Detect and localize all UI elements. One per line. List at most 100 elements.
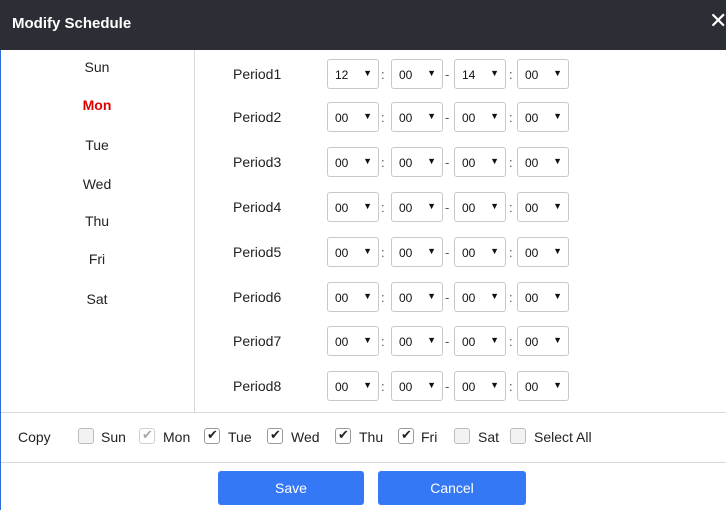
select-value: 00 — [462, 156, 476, 170]
end-minute-select[interactable]: 00 ▼ — [517, 102, 569, 132]
start-minute-select[interactable]: 00 ▼ — [391, 102, 443, 132]
time-separator: : — [509, 334, 513, 349]
divider — [1, 412, 726, 413]
copy-option-label: Mon — [163, 429, 191, 445]
end-hour-select[interactable]: 00 ▼ — [454, 326, 506, 356]
day-item-wed[interactable]: Wed — [0, 176, 194, 192]
end-minute-select[interactable]: 00 ▼ — [517, 147, 569, 177]
select-value: 00 — [525, 335, 539, 349]
start-hour-select[interactable]: 00 ▼ — [327, 102, 379, 132]
day-item-tue[interactable]: Tue — [0, 137, 194, 153]
copy-option-label: Thu — [359, 429, 384, 445]
start-minute-select[interactable]: 00 ▼ — [391, 326, 443, 356]
chevron-down-icon: ▼ — [427, 111, 436, 121]
start-hour-select[interactable]: 00 ▼ — [327, 192, 379, 222]
period-label: Period4 — [233, 199, 282, 215]
copy-checkbox-sat[interactable] — [454, 428, 470, 444]
select-value: 00 — [525, 68, 539, 82]
chevron-down-icon: ▼ — [553, 68, 562, 78]
start-minute-select[interactable]: 00 ▼ — [391, 147, 443, 177]
day-item-sun[interactable]: Sun — [0, 59, 194, 75]
day-item-sat[interactable]: Sat — [0, 291, 194, 307]
time-separator: : — [509, 200, 513, 215]
chevron-down-icon: ▼ — [427, 201, 436, 211]
copy-option-label: Wed — [291, 429, 320, 445]
end-hour-select[interactable]: 14 ▼ — [454, 59, 506, 89]
copy-option-label: Select All — [534, 429, 592, 445]
start-minute-select[interactable]: 00 ▼ — [391, 371, 443, 401]
copy-option-label: Tue — [228, 429, 252, 445]
chevron-down-icon: ▼ — [427, 291, 436, 301]
end-minute-select[interactable]: 00 ▼ — [517, 371, 569, 401]
chevron-down-icon: ▼ — [490, 291, 499, 301]
end-hour-select[interactable]: 00 ▼ — [454, 237, 506, 267]
select-value: 00 — [335, 335, 349, 349]
start-hour-select[interactable]: 00 ▼ — [327, 147, 379, 177]
start-minute-select[interactable]: 00 ▼ — [391, 59, 443, 89]
chevron-down-icon: ▼ — [363, 201, 372, 211]
select-value: 00 — [399, 380, 413, 394]
chevron-down-icon: ▼ — [363, 380, 372, 390]
start-hour-select[interactable]: 00 ▼ — [327, 237, 379, 267]
copy-checkbox-fri[interactable]: ✔ — [398, 427, 414, 444]
period-label: Period7 — [233, 333, 282, 349]
end-hour-select[interactable]: 00 ▼ — [454, 102, 506, 132]
chevron-down-icon: ▼ — [553, 201, 562, 211]
copy-checkbox-thu[interactable]: ✔ — [335, 427, 351, 444]
chevron-down-icon: ▼ — [553, 246, 562, 256]
day-item-mon[interactable]: Mon — [0, 97, 194, 113]
end-minute-select[interactable]: 00 ▼ — [517, 282, 569, 312]
end-minute-select[interactable]: 00 ▼ — [517, 237, 569, 267]
select-value: 00 — [399, 68, 413, 82]
select-value: 12 — [335, 68, 349, 82]
start-hour-select[interactable]: 00 ▼ — [327, 282, 379, 312]
copy-checkbox-select-all[interactable] — [510, 428, 526, 444]
time-separator: : — [509, 155, 513, 170]
select-value: 00 — [335, 201, 349, 215]
start-minute-select[interactable]: 00 ▼ — [391, 237, 443, 267]
end-minute-select[interactable]: 00 ▼ — [517, 326, 569, 356]
copy-row: Copy Sun ✔ Mon ✔ Tue ✔ Wed ✔ Thu ✔ Fri Sat Select Al… — [0, 426, 726, 448]
period-row: Period6 00 ▼ 00 ▼ 00 ▼ 00 ▼: -: — [233, 282, 573, 314]
end-hour-select[interactable]: 00 ▼ — [454, 282, 506, 312]
time-separator: : — [381, 110, 385, 125]
time-separator: - — [445, 110, 450, 125]
chevron-down-icon: ▼ — [363, 156, 372, 166]
chevron-down-icon: ▼ — [363, 68, 372, 78]
select-value: 00 — [399, 156, 413, 170]
select-value: 00 — [525, 111, 539, 125]
start-hour-select[interactable]: 00 ▼ — [327, 326, 379, 356]
time-separator: - — [445, 334, 450, 349]
copy-checkbox-tue[interactable]: ✔ — [204, 427, 220, 444]
day-item-thu[interactable]: Thu — [0, 213, 194, 229]
end-minute-select[interactable]: 00 ▼ — [517, 192, 569, 222]
select-value: 00 — [399, 335, 413, 349]
start-hour-select[interactable]: 12 ▼ — [327, 59, 379, 89]
day-item-fri[interactable]: Fri — [0, 251, 194, 267]
select-value: 14 — [462, 68, 476, 82]
save-button[interactable]: Save — [218, 471, 364, 505]
cancel-button[interactable]: Cancel — [378, 471, 526, 505]
select-value: 00 — [399, 246, 413, 260]
end-minute-select[interactable]: 00 ▼ — [517, 59, 569, 89]
time-separator: : — [509, 379, 513, 394]
close-icon[interactable]: ✕ — [709, 10, 726, 32]
start-hour-select[interactable]: 00 ▼ — [327, 371, 379, 401]
start-minute-select[interactable]: 00 ▼ — [391, 282, 443, 312]
end-hour-select[interactable]: 00 ▼ — [454, 371, 506, 401]
copy-checkbox-sun[interactable] — [78, 428, 94, 444]
checkmark-icon: ✔ — [401, 427, 412, 442]
chevron-down-icon: ▼ — [490, 201, 499, 211]
chevron-down-icon: ▼ — [490, 111, 499, 121]
start-minute-select[interactable]: 00 ▼ — [391, 192, 443, 222]
dialog-titlebar: Modify Schedule ✕ — [0, 0, 726, 50]
time-separator: : — [381, 379, 385, 394]
end-hour-select[interactable]: 00 ▼ — [454, 147, 506, 177]
select-value: 00 — [399, 201, 413, 215]
period-row: Period5 00 ▼ 00 ▼ 00 ▼ 00 ▼: -: — [233, 237, 573, 269]
select-value: 00 — [462, 291, 476, 305]
chevron-down-icon: ▼ — [363, 335, 372, 345]
end-hour-select[interactable]: 00 ▼ — [454, 192, 506, 222]
select-value: 00 — [462, 246, 476, 260]
copy-checkbox-wed[interactable]: ✔ — [267, 427, 283, 444]
